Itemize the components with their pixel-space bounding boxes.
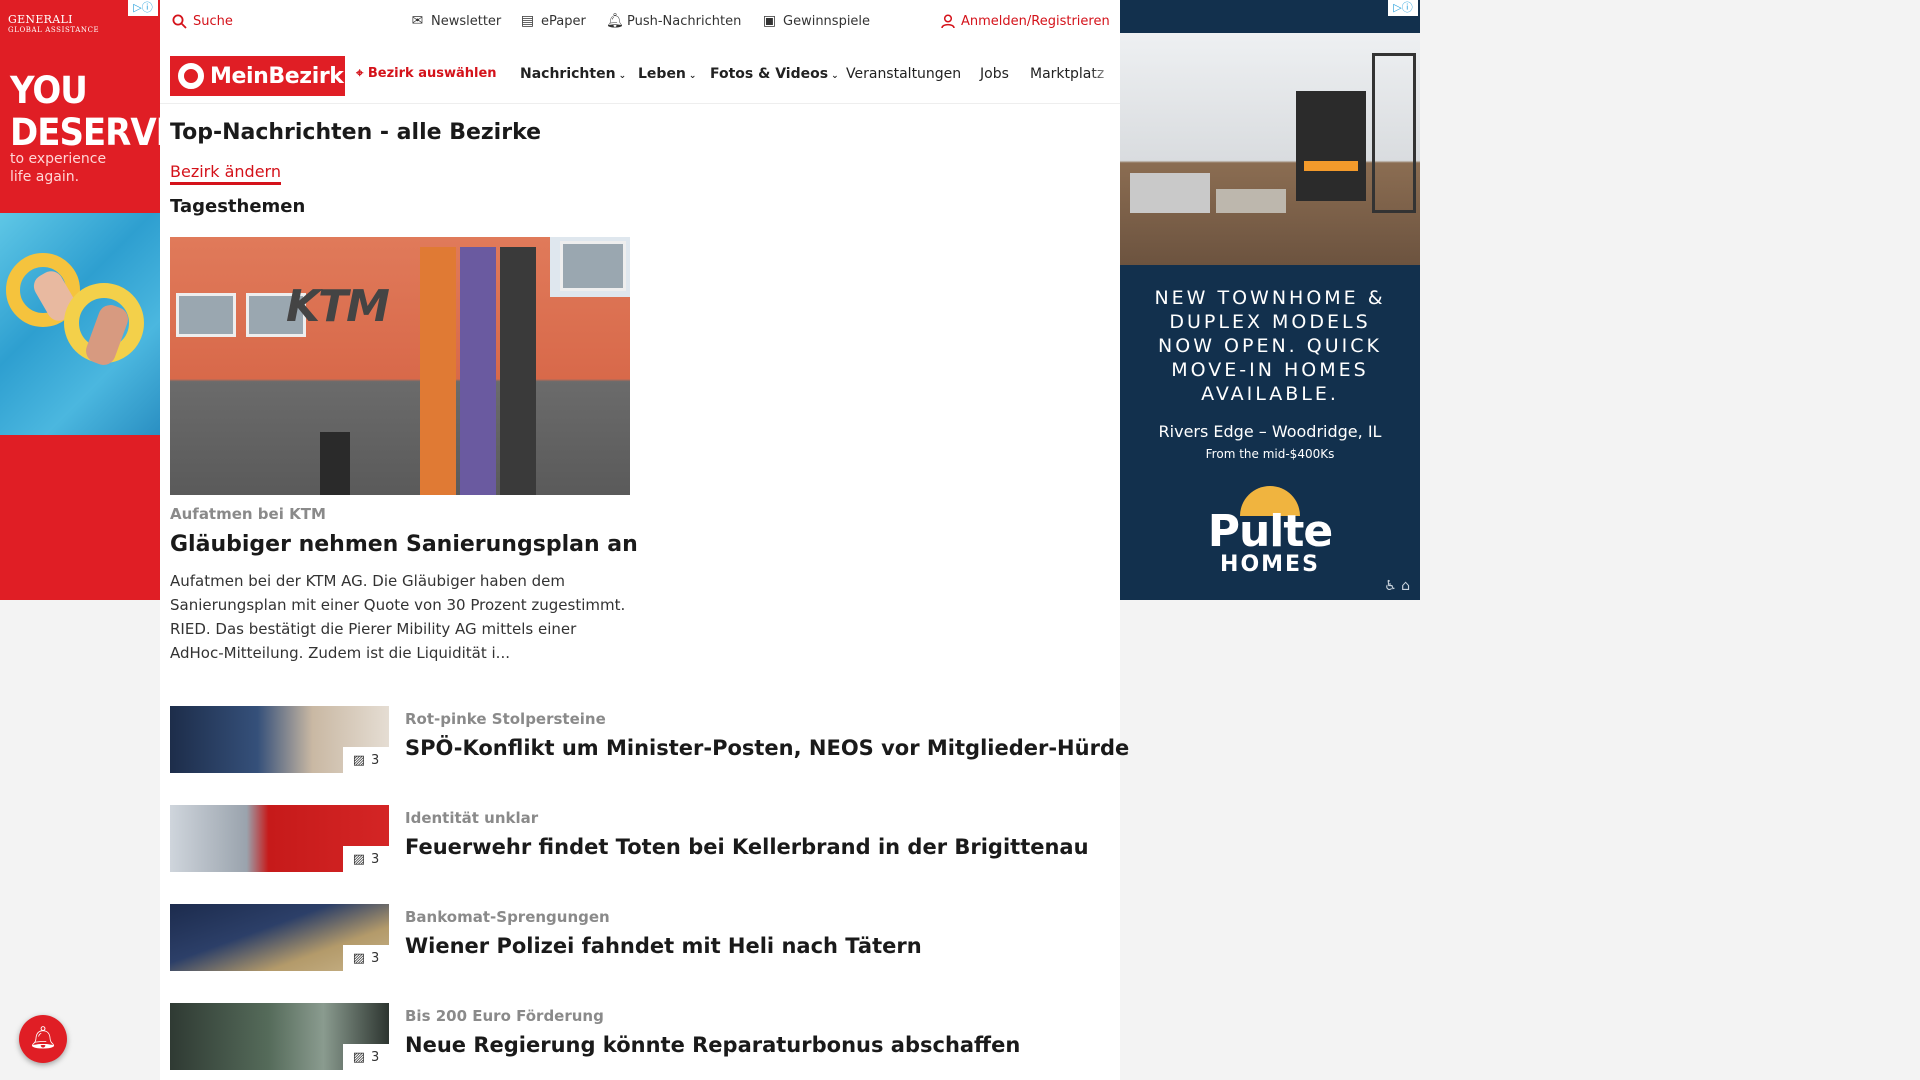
nav-item-news[interactable]: Nachrichten ⌄ (520, 66, 626, 82)
article-row[interactable]: ▨ 3 Bankomat-Sprengungen Wiener Polizei f… (170, 904, 1110, 972)
user-icon (940, 14, 955, 29)
article-kicker: Bis 200 Euro Förderung (405, 1007, 604, 1025)
newsletter-link[interactable]: ✉ Newsletter (410, 13, 502, 30)
gallery-icon: ▨ (352, 1049, 365, 1065)
accessibility-icon: ♿ ⌂ (1384, 578, 1410, 594)
ad-left-image (0, 213, 160, 435)
hero-image-logo: KTM (286, 281, 390, 332)
article-title[interactable]: Wiener Polizei fahndet mit Heli nach Tät… (405, 934, 922, 958)
hero-image[interactable]: KTM (170, 237, 630, 495)
nav-item-photos-videos[interactable]: Fotos & Videos ⌄ (710, 66, 839, 82)
push-link[interactable]: 🔔︎ Push-Nachrichten (606, 13, 741, 30)
chevron-down-icon: ⌄ (831, 71, 839, 81)
article-thumbnail[interactable]: ▨ 3 (170, 1003, 389, 1070)
ad-left-brand: GENERALI GLOBAL ASSISTANCE (8, 13, 100, 34)
gift-icon: ▣ (762, 13, 777, 29)
chevron-down-icon: ⌄ (618, 71, 627, 81)
main-nav: MeinBezirk ⌖ Bezirk auswählen Nachrichte… (160, 46, 1120, 104)
adchoices-icon[interactable]: ▷ⓘ (128, 0, 158, 16)
change-district-link[interactable]: Bezirk ändern (170, 162, 281, 185)
bell-outline-icon: 🔔︎ (606, 13, 624, 29)
site-logo[interactable]: MeinBezirk (170, 56, 345, 96)
page-title: Top-Nachrichten - alle Bezirke (170, 120, 542, 145)
nav-item-life[interactable]: Leben ⌄ (638, 66, 696, 82)
article-row[interactable]: ▨ 3 Rot-pinke Stolpersteine SPÖ-Konflikt … (170, 706, 1129, 774)
newspaper-icon: ▤ (520, 13, 535, 29)
ad-right-headline: NEW TOWNHOME & DUPLEX MODELS NOW OPEN. Q… (1154, 287, 1386, 405)
article-thumbnail[interactable]: ▨ 3 (170, 706, 389, 773)
top-bar: Suche ✉ Newsletter ▤ ePaper 🔔︎ Push-Nach… (160, 0, 1120, 46)
ad-right-logo: Pulte HOMES (1205, 486, 1335, 578)
mail-icon: ✉ (411, 13, 424, 29)
ad-right-location: Rivers Edge – Woodridge, IL (1158, 422, 1382, 441)
ad-left-sub: to experience life again. (10, 151, 107, 185)
bell-icon[interactable]: 🔔︎ (19, 1015, 67, 1063)
nav-item-events[interactable]: Veranstaltungen (846, 66, 961, 82)
epaper-link[interactable]: ▤ ePaper (520, 13, 586, 30)
section-subtitle: Tagesthemen (170, 196, 306, 217)
nav-item-jobs[interactable]: Jobs (980, 66, 1009, 82)
location-pin-icon: ⌖ (356, 66, 364, 81)
search-link[interactable]: Suche (172, 14, 233, 29)
article-row[interactable]: ▨ 3 Bis 200 Euro Förderung Neue Regierung… (170, 1003, 1110, 1071)
hero-title[interactable]: Gläubiger nehmen Sanierungsplan an (170, 532, 638, 557)
gallery-icon: ▨ (352, 752, 365, 768)
contests-link[interactable]: ▣ Gewinnspiele (762, 13, 870, 30)
article-row[interactable]: ▨ 3 Identität unklar Feuerwehr findet Tot… (170, 805, 1110, 873)
adchoices-icon[interactable]: ▷ⓘ (1388, 0, 1418, 16)
ad-right-image (1120, 33, 1420, 265)
chevron-down-icon: ⌄ (688, 71, 697, 81)
article-kicker: Identität unklar (405, 809, 539, 827)
main-column: Suche ✉ Newsletter ▤ ePaper 🔔︎ Push-Nach… (160, 0, 1129, 1080)
nav-fade (1090, 56, 1120, 92)
choose-district-button[interactable]: ⌖ Bezirk auswählen (356, 66, 497, 81)
gallery-icon: ▨ (352, 950, 365, 966)
login-link[interactable]: Anmelden/Registrieren (940, 14, 1110, 29)
article-title[interactable]: Neue Regierung könnte Reparaturbonus abs… (405, 1033, 1020, 1057)
article-kicker: Rot-pinke Stolpersteine (405, 710, 606, 728)
ad-left[interactable]: GENERALI GLOBAL ASSISTANCE ▷ⓘ YOU DESERV… (0, 0, 160, 600)
search-icon (172, 14, 187, 29)
article-kicker: Bankomat-Sprengungen (405, 908, 610, 926)
logo-sun-icon (178, 63, 204, 89)
article-title[interactable]: Feuerwehr findet Toten bei Kellerbrand i… (405, 835, 1089, 859)
ad-left-headline: YOU DESERVE (10, 68, 160, 155)
article-thumbnail[interactable]: ▨ 3 (170, 805, 389, 872)
article-thumbnail[interactable]: ▨ 3 (170, 904, 389, 971)
gallery-badge: ▨ 3 (343, 1044, 389, 1070)
article-title[interactable]: SPÖ-Konflikt um Minister-Posten, NEOS vo… (405, 736, 1129, 760)
gallery-badge: ▨ 3 (343, 945, 389, 971)
gallery-badge: ▨ 3 (343, 747, 389, 773)
gallery-badge: ▨ 3 (343, 846, 389, 872)
ad-right-price: From the mid-$400Ks (1205, 447, 1335, 461)
gallery-icon: ▨ (352, 851, 365, 867)
hero-kicker: Aufatmen bei KTM (170, 505, 326, 523)
ad-right[interactable]: ▷ⓘ NEW TOWNHOME & DUPLEX MODELS NOW OPEN… (1120, 0, 1420, 600)
hero-teaser: Aufatmen bei der KTM AG. Die Gläubiger h… (170, 572, 626, 662)
